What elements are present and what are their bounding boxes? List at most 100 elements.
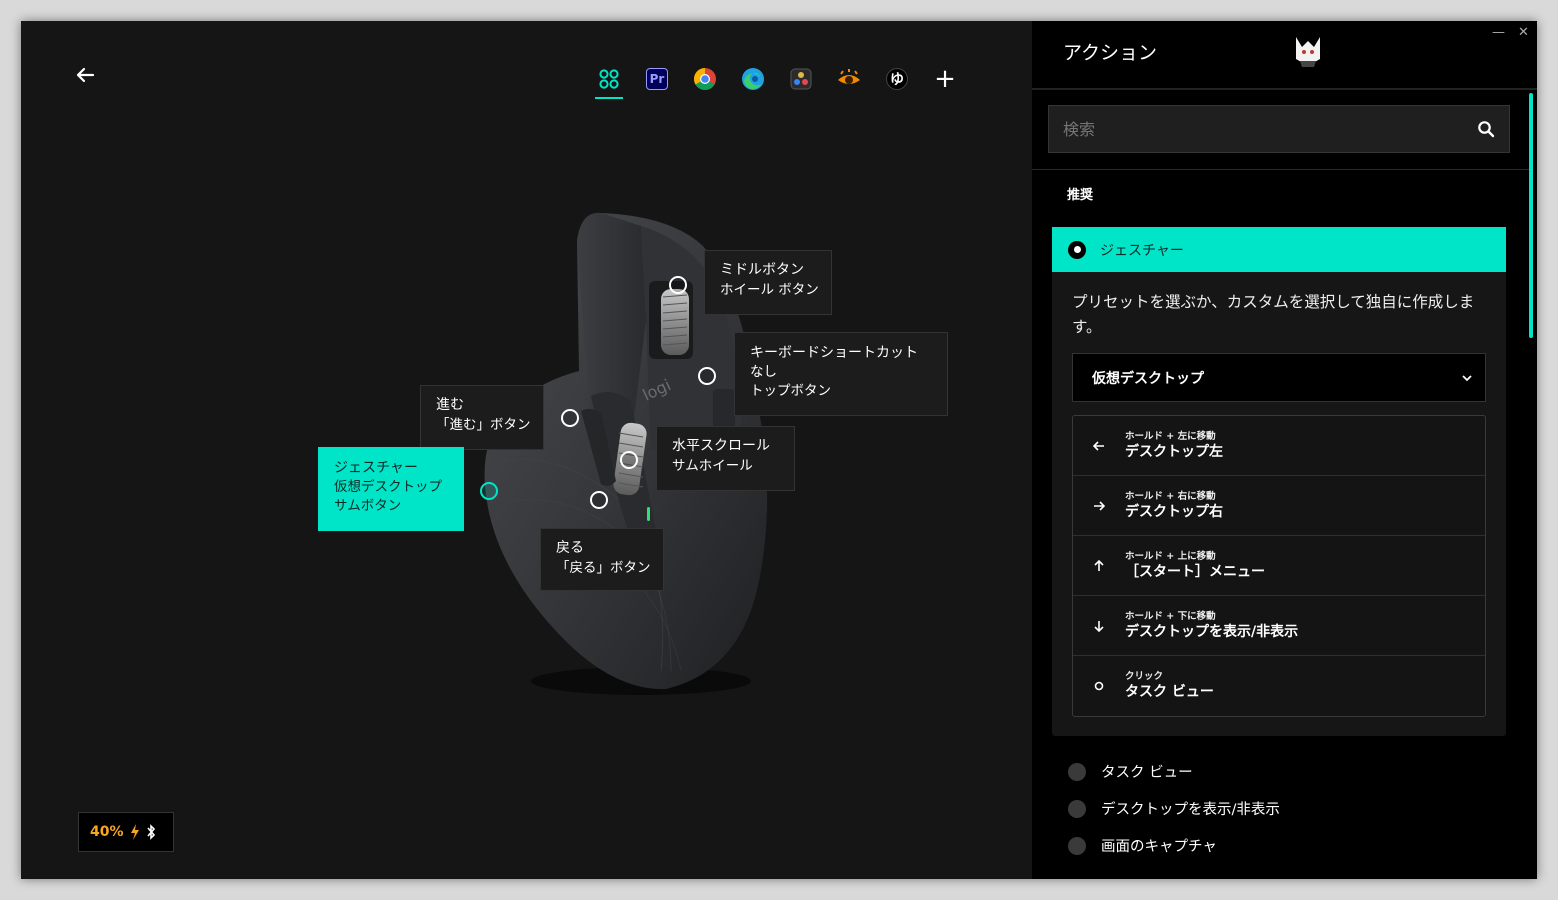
davinci-resolve-icon <box>790 68 812 90</box>
gesture-action: タスク ビュー <box>1125 684 1214 700</box>
callout-top-button[interactable]: キーボードショートカット なし トップボタン <box>734 332 948 416</box>
callout-thumb-wheel-title: 水平スクロール <box>672 438 770 454</box>
action-option-label: デスクトップを表示/非表示 <box>1101 802 1280 818</box>
callout-forward-title: 進む <box>436 397 464 413</box>
action-option-task-view[interactable]: タスク ビュー <box>1068 761 1193 782</box>
preset-select-value: 仮想デスクトップ <box>1092 370 1204 387</box>
charging-bolt-icon <box>130 824 139 840</box>
gesture-hint: ホールド + 上に移動 <box>1125 550 1216 562</box>
hotspot-middle-button[interactable] <box>669 276 687 294</box>
app-window: Pr ゆ + logi ミドルボタン ホイール ボタン キーボードショートカット… <box>21 21 1537 879</box>
callout-back-title: 戻る <box>556 540 584 556</box>
preset-select[interactable]: 仮想デスクトップ <box>1072 353 1486 402</box>
gesture-hint: クリック <box>1125 671 1164 682</box>
gesture-row-click[interactable]: クリック タスク ビュー <box>1073 656 1485 716</box>
chevron-down-icon <box>1462 374 1472 381</box>
action-option-label: タスク ビュー <box>1101 765 1193 781</box>
tab-app-7[interactable]: ゆ <box>873 59 921 99</box>
gesture-option-label: ジェスチャー <box>1100 242 1184 259</box>
eye-app-icon <box>838 69 860 84</box>
panel-scrollbar[interactable] <box>1529 93 1533 338</box>
gesture-row-right[interactable]: ホールド + 右に移動 デスクトップ右 <box>1073 476 1485 536</box>
radio-unselected-icon[interactable] <box>1068 836 1086 855</box>
close-button[interactable]: ✕ <box>1518 25 1529 40</box>
gesture-row-up[interactable]: ホールド + 上に移動 ［スタート］メニュー <box>1073 536 1485 596</box>
search-box[interactable] <box>1048 105 1510 153</box>
action-option-label: 画面のキャプチャ <box>1101 839 1217 855</box>
arrow-left-icon <box>76 67 95 83</box>
tab-app-6[interactable] <box>825 59 873 99</box>
app-7-label: ゆ <box>890 72 904 88</box>
hotspot-gesture-button[interactable] <box>480 482 498 500</box>
gesture-option-selected[interactable]: ジェスチャー <box>1052 227 1506 272</box>
gesture-row-left[interactable]: ホールド + 左に移動 デスクトップ左 <box>1073 416 1485 476</box>
device-view: Pr ゆ + logi ミドルボタン ホイール ボタン キーボードショートカット… <box>21 21 1032 879</box>
section-divider <box>1032 169 1530 170</box>
callout-back-button-name: 「戻る」ボタン <box>556 560 651 576</box>
callout-forward-button-name: 「進む」ボタン <box>436 417 531 433</box>
callout-gesture-button[interactable]: ジェスチャー 仮想デスクトップ サムボタン <box>318 447 464 531</box>
actions-panel: アクション — ✕ 推奨 ジェスチャー <box>1032 21 1537 879</box>
minimize-button[interactable]: — <box>1492 25 1505 40</box>
callout-gesture-title: ジェスチャー <box>334 460 418 476</box>
callout-thumb-wheel[interactable]: 水平スクロール サムホイール <box>656 426 795 491</box>
gesture-action: ［スタート］メニュー <box>1125 563 1265 580</box>
gesture-action: デスクトップを表示/非表示 <box>1125 623 1299 640</box>
premiere-pro-icon: Pr <box>646 68 668 90</box>
panel-title: アクション <box>1063 42 1158 64</box>
callout-gesture-assignment: 仮想デスクトップ <box>334 479 442 495</box>
callout-back-button[interactable]: 戻る 「戻る」ボタン <box>540 528 664 591</box>
hotspot-thumb-wheel[interactable] <box>620 451 638 469</box>
callout-thumb-wheel-name: サムホイール <box>672 458 753 474</box>
bluetooth-icon <box>146 824 155 840</box>
gesture-action: デスクトップ右 <box>1125 503 1223 520</box>
avatar-character-icon <box>1296 37 1320 67</box>
battery-status[interactable]: 40% <box>78 812 174 852</box>
radio-selected-icon[interactable] <box>1068 240 1086 259</box>
hotspot-top-button[interactable] <box>698 367 716 385</box>
radio-unselected-icon[interactable] <box>1068 799 1086 818</box>
plus-icon: + <box>934 64 956 94</box>
gesture-description: プリセットを選ぶか、カスタムを選択して独自に作成します。 <box>1072 293 1475 336</box>
avatar[interactable] <box>1290 33 1326 69</box>
gesture-mapping-list: ホールド + 左に移動 デスクトップ左 ホールド + 右に移動 デスクトップ右 … <box>1072 415 1486 717</box>
edge-icon <box>742 68 764 90</box>
gesture-hint: ホールド + 下に移動 <box>1125 610 1216 622</box>
recommended-label: 推奨 <box>1067 188 1094 203</box>
callout-middle-assignment: ホイール ボタン <box>720 282 819 298</box>
tab-chrome[interactable] <box>681 59 729 99</box>
grid-icon <box>599 69 619 89</box>
action-option-screen-capture[interactable]: 画面のキャプチャ <box>1068 835 1217 856</box>
callout-top-title: キーボードショートカット <box>750 345 918 361</box>
panel-header-divider <box>1032 88 1537 90</box>
callout-forward-button[interactable]: 進む 「進む」ボタン <box>420 385 544 450</box>
add-app-button[interactable]: + <box>921 59 969 99</box>
arrow-up-icon <box>1094 559 1104 571</box>
callout-top-button-name: トップボタン <box>750 383 831 399</box>
circle-icon <box>1094 681 1104 691</box>
gesture-hint: ホールド + 左に移動 <box>1125 430 1216 442</box>
hotspot-forward-button[interactable] <box>561 409 579 427</box>
search-icon[interactable] <box>1477 120 1495 138</box>
gesture-row-down[interactable]: ホールド + 下に移動 デスクトップを表示/非表示 <box>1073 596 1485 656</box>
arrow-down-icon <box>1094 620 1104 632</box>
action-option-show-desktop[interactable]: デスクトップを表示/非表示 <box>1068 798 1280 819</box>
callout-middle-title: ミドルボタン <box>720 262 804 278</box>
callout-middle-button[interactable]: ミドルボタン ホイール ボタン <box>704 250 832 315</box>
app-tabs: Pr ゆ + <box>585 59 969 99</box>
app-7-icon: ゆ <box>886 68 908 90</box>
back-button[interactable] <box>71 61 99 89</box>
battery-percent: 40% <box>90 824 124 840</box>
tab-davinci-resolve[interactable] <box>777 59 825 99</box>
callout-gesture-button-name: サムボタン <box>334 498 402 514</box>
tab-premiere-pro[interactable]: Pr <box>633 59 681 99</box>
radio-unselected-icon[interactable] <box>1068 762 1086 781</box>
gesture-action: デスクトップ左 <box>1125 443 1223 460</box>
premiere-pro-label: Pr <box>649 72 665 86</box>
chrome-icon <box>694 68 716 90</box>
search-input[interactable] <box>1063 119 1477 139</box>
tab-edge[interactable] <box>729 59 777 99</box>
hotspot-back-button[interactable] <box>590 491 608 509</box>
callout-top-assignment: なし <box>750 364 777 380</box>
tab-all-apps[interactable] <box>585 59 633 99</box>
